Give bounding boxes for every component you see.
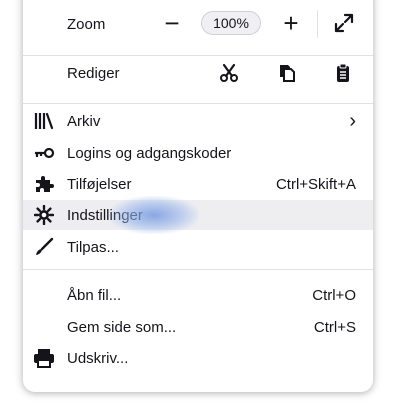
- menu-item-label: Arkiv: [67, 112, 101, 130]
- menu-item-settings[interactable]: Indstillinger: [23, 200, 373, 230]
- edit-row: Rediger: [23, 58, 373, 88]
- zoom-level-button[interactable]: 100%: [201, 11, 261, 35]
- menu-item-addons[interactable]: Tilføjelser Ctrl+Skift+A: [23, 169, 373, 199]
- chevron-right-icon: ›: [349, 109, 356, 132]
- menu-item-label: Åbn fil...: [67, 286, 122, 304]
- menu-item-arkiv[interactable]: Arkiv ›: [23, 106, 373, 136]
- menu-item-label: Indstillinger: [67, 206, 143, 224]
- puzzle-icon: [33, 173, 55, 195]
- menu-item-label: Udskriv...: [67, 349, 129, 367]
- scissors-icon: [220, 63, 238, 82]
- menu-item-label: Gem side som...: [67, 318, 177, 336]
- clipboard-icon: [337, 63, 349, 82]
- app-menu-panel: Zoom − 100% + Rediger Arkiv › Logins og …: [23, 0, 373, 392]
- menu-item-customize[interactable]: Tilpas...: [23, 232, 373, 262]
- separator: [23, 55, 373, 56]
- library-icon: [33, 110, 55, 132]
- printer-icon: [33, 347, 55, 369]
- menu-item-save-page[interactable]: Gem side som... Ctrl+S: [23, 312, 373, 342]
- copy-button[interactable]: [275, 61, 299, 85]
- shortcut-text: Ctrl+Skift+A: [275, 175, 356, 193]
- fullscreen-button[interactable]: [331, 10, 357, 36]
- shortcut-text: Ctrl+O: [312, 286, 356, 304]
- plus-icon: +: [283, 8, 299, 38]
- separator: [23, 103, 373, 104]
- menu-item-logins[interactable]: Logins og adgangskoder: [23, 138, 373, 168]
- shortcut-text: Ctrl+S: [313, 318, 356, 336]
- edit-label: Rediger: [67, 64, 120, 82]
- menu-item-open-file[interactable]: Åbn fil... Ctrl+O: [23, 280, 373, 310]
- menu-item-label: Tilpas...: [67, 238, 119, 256]
- menu-item-print[interactable]: Udskriv...: [23, 343, 373, 373]
- menu-item-label: Logins og adgangskoder: [67, 144, 232, 162]
- zoom-in-button[interactable]: +: [278, 10, 304, 36]
- fullscreen-icon: [334, 13, 354, 33]
- zoom-row: Zoom: [23, 9, 373, 39]
- key-icon: [33, 142, 55, 164]
- zoom-out-button[interactable]: −: [159, 10, 185, 36]
- separator: [23, 269, 373, 270]
- copy-icon: [280, 65, 295, 82]
- cut-button[interactable]: [217, 61, 241, 85]
- gear-icon: [33, 204, 55, 226]
- menu-item-label: Tilføjelser: [67, 175, 132, 193]
- zoom-divider: [317, 10, 318, 38]
- minus-icon: −: [164, 8, 180, 38]
- paste-button[interactable]: [331, 61, 355, 85]
- brush-icon: [33, 236, 55, 258]
- zoom-label: Zoom: [67, 15, 106, 33]
